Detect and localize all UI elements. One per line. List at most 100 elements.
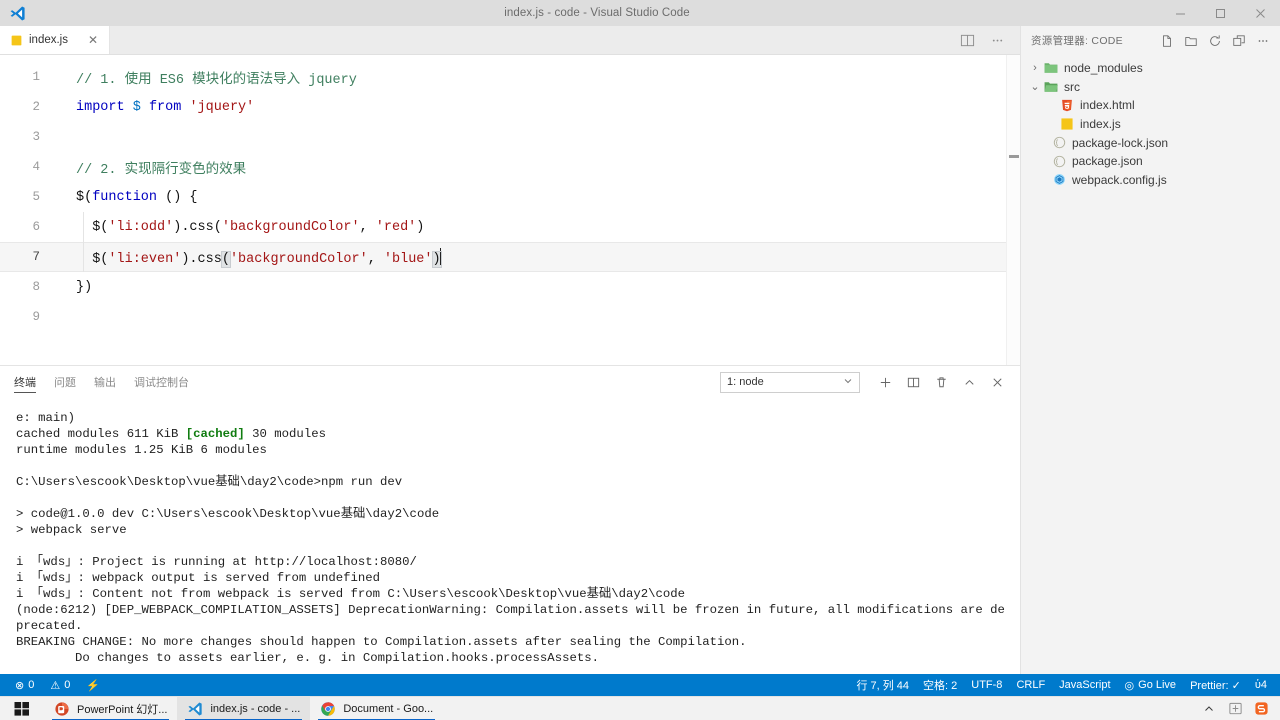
- editor-tab-index-js[interactable]: index.js ✕: [0, 26, 110, 54]
- taskbar-item[interactable]: PowerPoint 幻灯...: [44, 697, 177, 720]
- file-tree-item[interactable]: ⌄ src: [1021, 78, 1280, 97]
- panel-tab[interactable]: 终端: [14, 366, 36, 398]
- code-line[interactable]: 5 $(function () {: [0, 182, 1020, 212]
- terminal-text: C:\Users\escook\Desktop\vue基础\day2\code>…: [16, 475, 403, 489]
- code-text[interactable]: import $ from 'jquery': [58, 100, 254, 115]
- windows-start-icon[interactable]: [0, 697, 44, 720]
- panel-header: 终端 问题 输出 调试控制台 1: node: [0, 366, 1020, 398]
- code-line[interactable]: 3: [0, 122, 1020, 152]
- indentation-status[interactable]: 空格: 2: [916, 674, 964, 696]
- file-tree-item-label: webpack.config.js: [1072, 172, 1167, 187]
- cursor-position-status[interactable]: 行 7, 列 44: [849, 674, 916, 696]
- encoding-status[interactable]: UTF-8: [964, 674, 1009, 696]
- code-token: ).: [173, 219, 190, 235]
- collapse-all-icon[interactable]: [1228, 30, 1250, 52]
- warnings-status[interactable]: ⚠ 0: [43, 674, 77, 696]
- new-folder-icon[interactable]: [1180, 30, 1202, 52]
- code-token: css: [197, 251, 222, 267]
- file-tree-item[interactable]: › node_modules: [1021, 59, 1280, 78]
- sogou-input-icon[interactable]: [1252, 700, 1270, 718]
- title-bar: index.js - code - Visual Studio Code: [0, 0, 1280, 26]
- prettier-status[interactable]: Prettier: ✓: [1183, 674, 1248, 696]
- vscode-logo-icon: [0, 0, 34, 26]
- file-tree-item[interactable]: index.html: [1021, 96, 1280, 115]
- terminal-output[interactable]: e: main) cached modules 611 KiB [cached] …: [0, 398, 1020, 674]
- line-number: 3: [32, 130, 40, 144]
- refresh-icon[interactable]: [1204, 30, 1226, 52]
- file-tree-item[interactable]: webpack.config.js: [1021, 171, 1280, 190]
- language-mode-status[interactable]: JavaScript: [1052, 674, 1117, 696]
- new-file-icon[interactable]: [1156, 30, 1178, 52]
- panel-tab[interactable]: 调试控制台: [134, 366, 189, 398]
- problems-status[interactable]: ⊗ 0: [8, 674, 41, 696]
- chevron-down-icon[interactable]: ⌄: [1027, 80, 1043, 93]
- minimize-button[interactable]: [1160, 0, 1200, 26]
- code-line[interactable]: 4 // 2. 实现隔行变色的效果: [0, 152, 1020, 182]
- terminal-line: (node:6212) [DEP_WEBPACK_COMPILATION_ASS…: [16, 602, 1012, 618]
- chevron-right-icon[interactable]: ›: [1027, 62, 1043, 74]
- explorer-header: 资源管理器: CODE: [1021, 26, 1280, 55]
- close-panel-icon[interactable]: [984, 369, 1010, 395]
- file-tree[interactable]: › node_modules ⌄ src index.html index.js packa…: [1021, 55, 1280, 189]
- indent-guide: [83, 242, 84, 272]
- code-token: $(: [76, 219, 109, 235]
- taskbar-item[interactable]: index.js - code - ...: [177, 696, 311, 720]
- code-text[interactable]: }): [58, 280, 92, 295]
- code-line[interactable]: 6 $('li:odd').css('backgroundColor', 're…: [0, 212, 1020, 242]
- code-line[interactable]: 2 import $ from 'jquery': [0, 92, 1020, 122]
- code-text[interactable]: // 1. 使用 ES6 模块化的语法导入 jquery: [58, 67, 357, 88]
- panel-tabs[interactable]: 终端 问题 输出 调试控制台: [14, 366, 189, 398]
- new-terminal-icon[interactable]: [872, 369, 898, 395]
- terminal-select[interactable]: 1: node: [720, 371, 860, 393]
- notifications-status[interactable]: ὑ4: [1248, 674, 1274, 696]
- file-tree-item[interactable]: package-lock.json: [1021, 133, 1280, 152]
- panel-tab[interactable]: 问题: [54, 366, 76, 398]
- maximize-panel-icon[interactable]: [956, 369, 982, 395]
- file-tree-item[interactable]: index.js: [1021, 115, 1280, 134]
- js-file-icon: [1059, 117, 1075, 131]
- kill-terminal-icon[interactable]: [928, 369, 954, 395]
- taskbar-item-label: index.js - code - ...: [210, 702, 301, 715]
- editor-tab-close-icon[interactable]: ✕: [85, 33, 101, 47]
- terminal-text: (node:6212) [DEP_WEBPACK_COMPILATION_ASS…: [16, 603, 1005, 617]
- ime-icon[interactable]: [1226, 700, 1244, 718]
- eol-status[interactable]: CRLF: [1009, 674, 1052, 696]
- code-line[interactable]: 7 $('li:even').css('backgroundColor', 'b…: [0, 242, 1020, 272]
- vscode-window: index.js - code - Visual Studio Code ind…: [0, 0, 1280, 720]
- split-editor-icon[interactable]: [954, 27, 980, 53]
- panel-tab[interactable]: 输出: [94, 366, 116, 398]
- ports-status[interactable]: ⚡: [79, 674, 107, 696]
- code-line[interactable]: 9: [0, 302, 1020, 332]
- more-actions-icon[interactable]: [984, 27, 1010, 53]
- status-bar-right[interactable]: 行 7, 列 44 空格: 2 UTF-8 CRLF JavaScript ◎ Go Liv…: [849, 674, 1280, 696]
- terminal-text: > webpack serve: [16, 523, 127, 537]
- code-line[interactable]: 8}): [0, 272, 1020, 302]
- go-live-status[interactable]: ◎ Go Live: [1118, 674, 1184, 696]
- file-tree-item[interactable]: package.json: [1021, 152, 1280, 171]
- terminal-line: i 「wds」: webpack output is served from u…: [16, 570, 1012, 586]
- code-line[interactable]: 1 // 1. 使用 ES6 模块化的语法导入 jquery: [0, 62, 1020, 92]
- json-file-icon: [1051, 136, 1067, 150]
- terminal-text: cached modules 611 KiB: [16, 427, 186, 441]
- eol-status-label: CRLF: [1016, 679, 1046, 691]
- status-bar-left[interactable]: ⊗ 0 ⚠ 0 ⚡: [0, 674, 107, 696]
- overview-ruler[interactable]: [1006, 55, 1020, 365]
- code-editor[interactable]: 1 // 1. 使用 ES6 模块化的语法导入 jquery 2 import $ f…: [0, 55, 1020, 365]
- split-terminal-icon[interactable]: [900, 369, 926, 395]
- terminal-line: > webpack serve: [16, 522, 1012, 538]
- taskbar-item[interactable]: Document - Goo...: [310, 697, 443, 720]
- code-text[interactable]: // 2. 实现隔行变色的效果: [58, 157, 246, 178]
- powerpoint-icon: [54, 701, 70, 717]
- code-text[interactable]: $(function () {: [58, 190, 198, 205]
- code-token: 'blue': [383, 251, 433, 267]
- explorer-more-actions-icon[interactable]: [1252, 30, 1274, 52]
- show-hidden-icons-chevron[interactable]: [1200, 700, 1218, 718]
- terminal-line: e: main): [16, 410, 1012, 426]
- close-button[interactable]: [1240, 0, 1280, 26]
- code-text[interactable]: $('li:even').css('backgroundColor', 'blu…: [58, 247, 442, 268]
- vscode-icon: [187, 701, 203, 717]
- code-text[interactable]: $('li:odd').css('backgroundColor', 'red'…: [58, 220, 424, 235]
- maximize-button[interactable]: [1200, 0, 1240, 26]
- taskbar-items[interactable]: PowerPoint 幻灯... index.js - code - ... Doc…: [44, 696, 443, 720]
- code-lines[interactable]: 1 // 1. 使用 ES6 模块化的语法导入 jquery 2 import $ f…: [0, 55, 1020, 332]
